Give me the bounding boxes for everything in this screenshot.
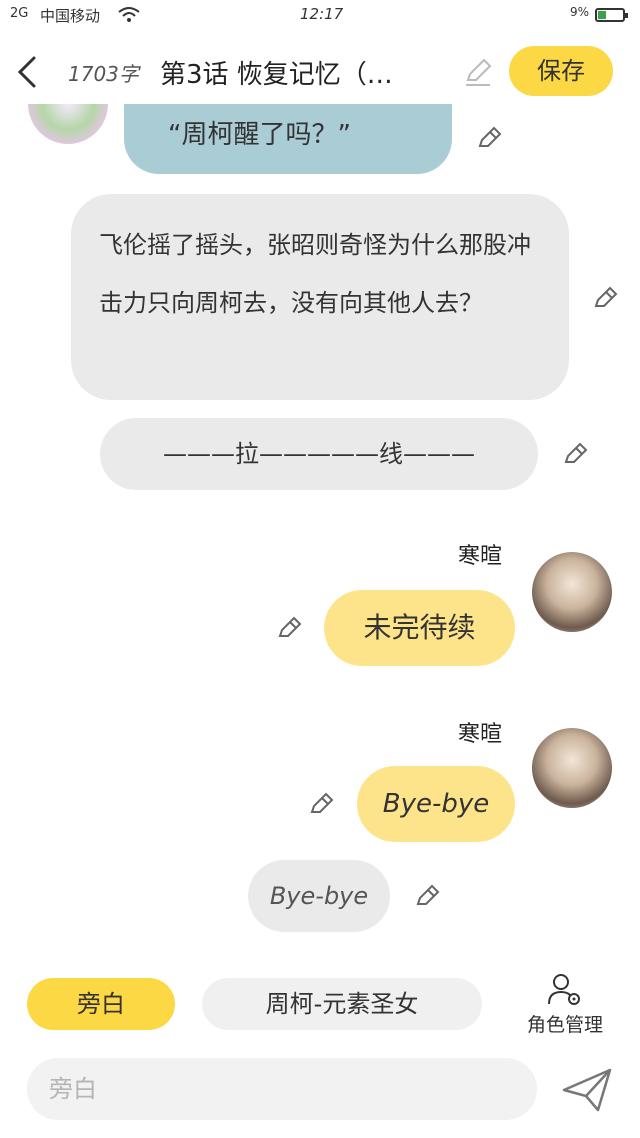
signal-indicator: 2G [10,6,29,21]
message-input[interactable] [27,1058,537,1120]
carrier-name: 中国移动 [40,7,101,25]
chat-area[interactable]: “周柯醒了吗？” 飞伦摇了摇头，张昭则奇怪为什么那股冲击力只向周柯去，没有向其他… [0,104,640,964]
speaker-name: 寒暄 [458,544,503,569]
editor-header: 1703字 第3话 恢复记忆（… 保存 [0,42,640,102]
pencil-icon[interactable] [562,440,590,468]
message-bubble[interactable]: “周柯醒了吗？” [124,104,452,174]
message-bubble[interactable]: 未完待续 [324,590,515,666]
battery-icon [595,8,628,22]
input-bar [0,1056,640,1126]
avatar[interactable] [532,728,612,808]
avatar[interactable] [532,552,612,632]
role-manage-label: 角色管理 [526,1014,603,1036]
role-selector-bar: 旁白 周柯-元素圣女 角色管理 [0,972,640,1042]
word-count: 1703字 [68,62,139,86]
chapter-title[interactable]: 第3话 恢复记忆（… [160,54,460,91]
pencil-icon[interactable] [476,124,504,152]
back-icon[interactable] [10,52,46,92]
clock: 12:17 [300,5,344,23]
narration-chip[interactable]: 旁白 [27,978,175,1030]
wifi-icon [118,7,140,22]
save-button[interactable]: 保存 [509,46,613,96]
narration-bubble[interactable]: ———拉—————线——— [100,418,538,490]
role-manage-button[interactable]: 角色管理 [515,972,615,1038]
pencil-icon[interactable] [308,790,336,818]
pencil-icon[interactable] [276,614,304,642]
status-bar: 2G 中国移动 12:17 9% [0,0,640,30]
avatar[interactable] [28,104,108,144]
message-bubble[interactable]: Bye-bye [357,766,515,842]
character-chip[interactable]: 周柯-元素圣女 [202,978,482,1030]
pencil-icon[interactable] [414,882,442,910]
send-icon[interactable] [560,1066,614,1114]
battery-percent: 9% [570,5,590,19]
narration-bubble[interactable]: Bye-bye [248,860,390,932]
speaker-name: 寒暄 [458,722,503,747]
pencil-icon[interactable] [462,56,494,88]
pencil-icon[interactable] [592,284,620,312]
narration-bubble[interactable]: 飞伦摇了摇头，张昭则奇怪为什么那股冲击力只向周柯去，没有向其他人去？ [71,194,569,400]
role-manage-icon [548,974,580,1005]
